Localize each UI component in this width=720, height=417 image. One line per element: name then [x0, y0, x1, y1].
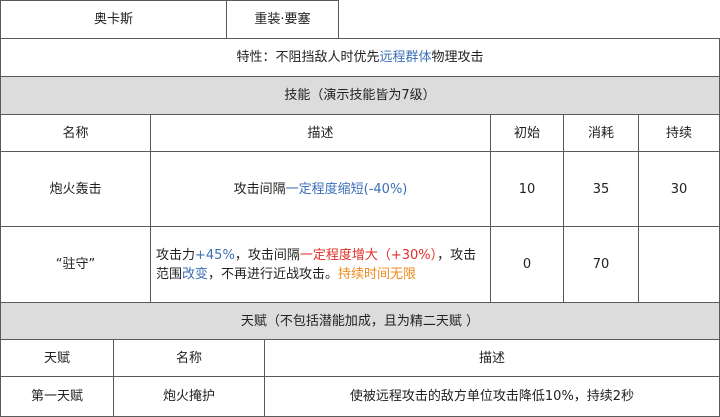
skill-2-desc-part: 一定程度增大（+30%）: [299, 247, 438, 263]
talent-1-label: 第一天赋: [30, 389, 83, 404]
skill-1-cost: 35: [592, 181, 610, 197]
skill-1-duration-cell: 30: [638, 151, 720, 227]
talents-header-desc: 描述: [264, 339, 720, 377]
skills-header-desc: 描述: [150, 114, 491, 152]
skill-2-desc-part: +45%: [195, 247, 235, 263]
skill-1-duration: 30: [670, 181, 688, 197]
skills-header-name-label: 名称: [62, 125, 89, 141]
talents-header-name: 名称: [113, 339, 265, 377]
operator-name-cell: 奥卡斯: [0, 0, 227, 39]
operator-info-page: 奥卡斯 重装·要塞 特性：不阻挡敌人时优先远程群体物理攻击 技能（演示技能皆为7…: [0, 0, 720, 417]
trait-highlight: 远程群体: [379, 50, 432, 65]
skill-1-name: 炮火轰击: [49, 181, 102, 197]
talent-1-name: 炮火掩护: [162, 389, 215, 404]
talent-1-name-cell: 炮火掩护: [113, 376, 265, 417]
talent-1-label-cell: 第一天赋: [0, 376, 114, 417]
skill-2-desc-cell: 攻击力+45%，攻击间隔一定程度增大（+30%），攻击范围改变，不再进行近战攻击…: [150, 226, 491, 303]
skill-2-initial-cell: 0: [490, 226, 564, 303]
talents-header-talent-label: 天赋: [43, 350, 70, 366]
skill-2-cost-cell: 70: [563, 226, 639, 303]
talent-1-desc: 使被远程攻击的敌方单位攻击降低10%，持续2秒: [349, 389, 635, 404]
trait-suffix: 物理攻击: [431, 50, 484, 65]
operator-name: 奥卡斯: [93, 12, 133, 27]
skills-header-desc-label: 描述: [307, 125, 334, 141]
trait-text: 特性：不阻挡敌人时优先远程群体物理攻击: [236, 48, 483, 67]
talent-1-desc-cell: 使被远程攻击的敌方单位攻击降低10%，持续2秒: [264, 376, 720, 417]
talents-section-header: 天赋（不包括潜能加成，且为精二天赋 ）: [0, 302, 720, 340]
skill-2-name-cell: “驻守”: [0, 226, 151, 303]
skills-header-duration: 持续: [638, 114, 720, 152]
skills-header-initial-label: 初始: [513, 125, 540, 141]
skill-1-initial-cell: 10: [490, 151, 564, 227]
skill-2-desc-part: 攻击力: [156, 247, 196, 263]
skill-2-initial: 0: [522, 257, 532, 272]
skill-2-desc-part: ，攻击间隔: [234, 247, 300, 263]
skill-1-initial: 10: [518, 181, 536, 197]
skills-header-name: 名称: [0, 114, 151, 152]
skills-section-title: 技能（演示技能皆为7级）: [284, 88, 436, 103]
skill-1-desc-prefix: 攻击间隔: [233, 181, 286, 197]
skill-1-desc-cell: 攻击间隔一定程度缩短(-40%): [150, 151, 491, 227]
skills-header-cost: 消耗: [563, 114, 639, 152]
skills-header-duration-label: 持续: [665, 125, 692, 141]
talents-header-name-label: 名称: [175, 350, 202, 366]
skill-1-cost-cell: 35: [563, 151, 639, 227]
trait-prefix: 特性：不阻挡敌人时优先: [236, 50, 380, 65]
talents-section-title: 天赋（不包括潜能加成，且为精二天赋 ）: [240, 313, 480, 329]
skill-2-cost: 70: [592, 257, 610, 272]
skills-section-header: 技能（演示技能皆为7级）: [0, 76, 720, 115]
talents-header-desc-label: 描述: [478, 350, 505, 366]
talents-header-talent: 天赋: [0, 339, 114, 377]
skill-2-desc-part: 持续时间无限: [338, 266, 417, 282]
skills-header-initial: 初始: [490, 114, 564, 152]
skill-1-desc-highlight: 一定程度缩短(-40%): [285, 181, 408, 197]
trait-cell: 特性：不阻挡敌人时优先远程群体物理攻击: [0, 38, 720, 77]
skill-1-desc: 攻击间隔一定程度缩短(-40%): [234, 180, 408, 199]
skill-2-desc: 攻击力+45%，攻击间隔一定程度增大（+30%），攻击范围改变，不再进行近战攻击…: [156, 246, 486, 284]
skill-2-name: “驻守”: [55, 257, 96, 272]
skills-header-cost-label: 消耗: [587, 125, 614, 141]
skill-2-desc-part: ，不再进行近战攻击。: [208, 266, 339, 282]
operator-class: 重装·要塞: [254, 12, 311, 27]
skill-2-desc-part: 改变: [182, 266, 209, 282]
skill-2-duration-cell: [638, 226, 720, 303]
skill-1-name-cell: 炮火轰击: [0, 151, 151, 227]
operator-class-cell: 重装·要塞: [226, 0, 339, 39]
